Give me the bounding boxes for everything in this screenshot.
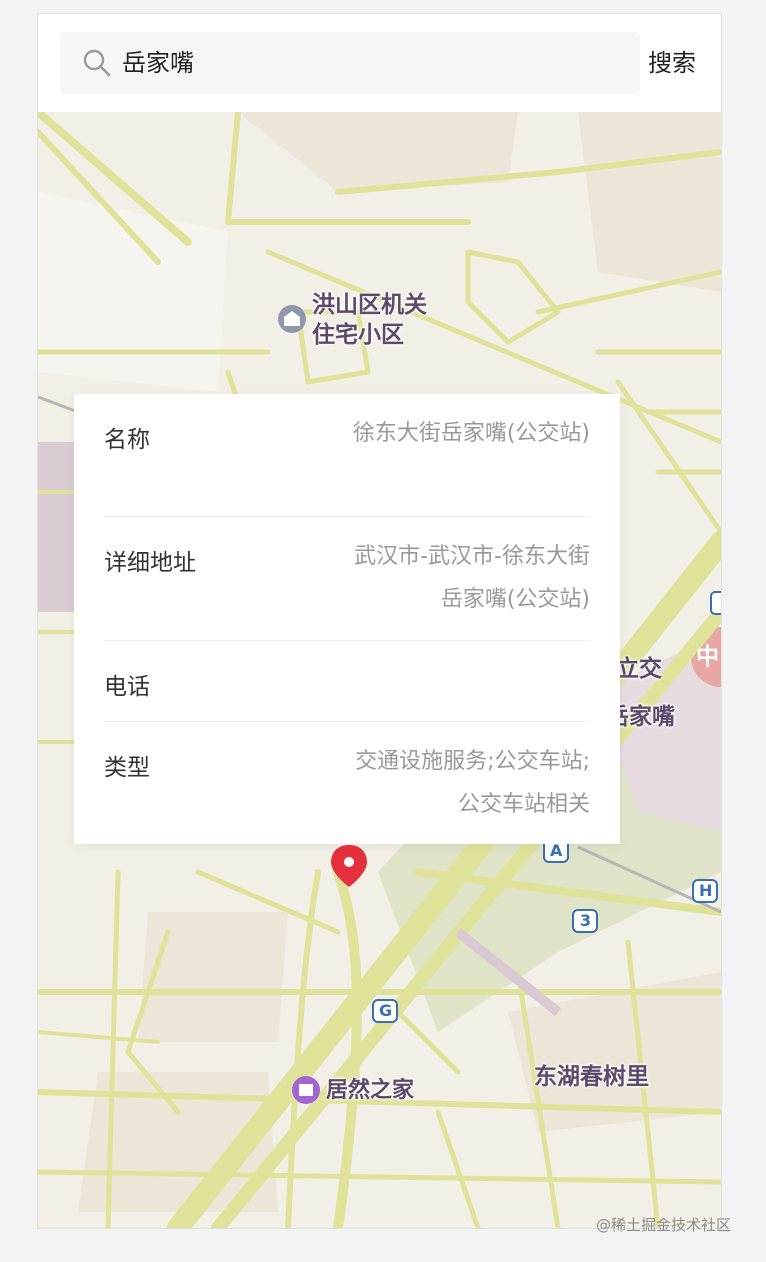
road-marker-3: 3 <box>580 911 592 930</box>
search-button[interactable]: 搜索 <box>648 32 721 94</box>
info-key-type: 类型 <box>104 755 150 781</box>
info-row-address: 详细地址 武汉市-武汉市-徐东大街岳家嘴(公交站) <box>104 517 590 641</box>
map-label-station-1[interactable]: 立交 <box>616 654 662 684</box>
poi-building-icon <box>278 305 306 333</box>
info-value-type: 交通设施服务;公交车站;公交车站相关 <box>355 749 590 817</box>
metro-badge[interactable]: 中 <box>696 642 719 672</box>
search-icon <box>82 48 112 78</box>
map-label-donghu[interactable]: 东湖春树里 <box>534 1062 649 1092</box>
map-label-jurans[interactable]: 居然之家 <box>326 1076 414 1106</box>
info-row-name: 名称 徐东大街岳家嘴(公交站) <box>104 394 590 517</box>
search-bar: 搜索 <box>38 14 721 112</box>
map-label-hongshan-line2: 住宅小区 <box>312 322 404 348</box>
info-value-address: 武汉市-武汉市-徐东大街岳家嘴(公交站) <box>354 544 590 612</box>
map-label-hongshan-line1: 洪山区机关 <box>312 292 427 318</box>
road-marker-g: G <box>379 1001 393 1020</box>
search-box[interactable] <box>60 32 640 94</box>
info-key-address: 详细地址 <box>104 550 196 576</box>
poi-shop-icon <box>292 1076 320 1104</box>
info-value-name: 徐东大街岳家嘴(公交站) <box>352 421 590 446</box>
info-key-phone: 电话 <box>104 674 150 700</box>
watermark: @稀土掘金技术社区 <box>596 1216 732 1234</box>
search-input[interactable] <box>122 32 622 94</box>
map-label-hongshan[interactable]: 洪山区机关 住宅小区 <box>312 290 427 350</box>
phone-screen: 搜索 <box>38 14 721 1228</box>
road-marker-h: H <box>699 881 713 900</box>
info-row-phone: 电话 <box>104 641 590 722</box>
info-row-type: 类型 交通设施服务;公交车站;公交车站相关 <box>104 722 590 844</box>
info-key-name: 名称 <box>104 427 150 453</box>
map-view[interactable]: A 3 G H 洪山区机关 住宅小区 立交 岳家嘴 中 东湖春树里 居然之家 名… <box>38 112 721 1228</box>
poi-info-card: 名称 徐东大街岳家嘴(公交站) 详细地址 武汉市-武汉市-徐东大街岳家嘴(公交站… <box>74 394 620 844</box>
